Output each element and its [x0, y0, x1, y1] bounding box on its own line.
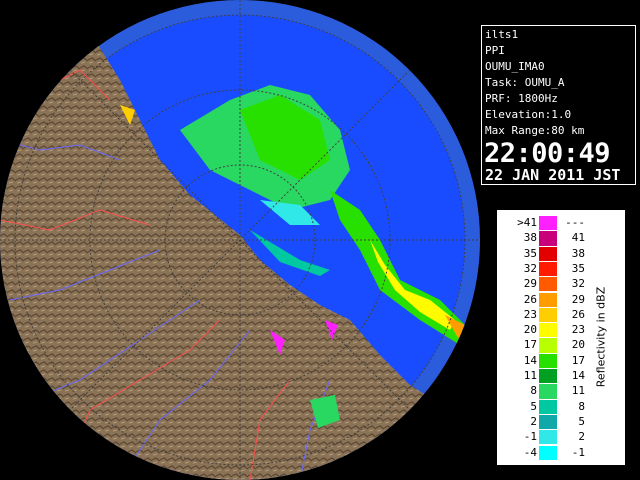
legend-color-swatch: [539, 414, 557, 430]
legend-color-swatch: [539, 246, 557, 261]
legend-color-swatch: [539, 323, 557, 338]
scan-mode: PPI: [485, 44, 505, 57]
legend-high-value: 8: [578, 399, 585, 413]
legend-low-value: -4: [523, 445, 537, 459]
legend-color-swatch: [539, 277, 557, 292]
legend-high-value: 14: [571, 369, 585, 382]
legend-color-swatch: [539, 430, 557, 445]
radar-map[interactable]: [0, 0, 480, 480]
legend-unit-label: Reflectivity in dBZ: [594, 286, 608, 388]
legend-color-swatch: [539, 338, 557, 353]
legend-high-value: 29: [571, 292, 585, 306]
reflectivity-legend: >41 --- 38 41 35 38 32 35 29 32 26 29 23 26 20 23 17 20 14…: [497, 210, 625, 465]
legend-high-value: 11: [571, 384, 585, 398]
max-range-value: Max Range:80 km: [485, 124, 585, 137]
legend-high-value: 38: [571, 246, 585, 260]
task-name: Task: OUMU_A: [485, 76, 565, 89]
legend-low-value: 11: [523, 369, 537, 382]
legend-low-value: 17: [523, 338, 537, 352]
site-name: ilts1: [485, 28, 519, 41]
legend-high-value: 35: [571, 261, 585, 275]
legend-low-value: 8: [530, 384, 537, 398]
legend-low-value: 35: [523, 246, 537, 260]
legend-high-value: 5: [578, 414, 585, 428]
legend-high-value: 41: [571, 231, 585, 245]
legend-color-swatch: [539, 399, 557, 414]
legend-color-swatch: [539, 369, 557, 384]
legend-low-value: 2: [530, 414, 537, 428]
legend-color-swatch: [539, 216, 557, 231]
legend-color-swatch: [539, 384, 557, 399]
legend-low-value: 14: [523, 353, 537, 367]
legend-high-value: -1: [571, 445, 585, 459]
legend-low-value: -1: [523, 430, 537, 444]
legend-low-value: 29: [523, 277, 537, 291]
legend-color-swatch: [539, 353, 557, 368]
legend-high-value: 2: [578, 430, 585, 444]
observation-time: 22:00:49: [484, 138, 611, 169]
legend-color-swatch: [539, 445, 557, 460]
legend-high-value: ---: [565, 216, 585, 229]
legend-color-swatch: [539, 292, 557, 307]
legend-low-value: 32: [523, 261, 537, 275]
legend-high-value: 32: [571, 277, 585, 291]
legend-low-value: 5: [530, 399, 537, 413]
legend-color-swatch: [539, 307, 557, 323]
radar-info-panel: ilts1 PPI OUMU_IMA0 Task: OUMU_A PRF: 18…: [481, 25, 636, 185]
legend-low-value: 23: [523, 307, 537, 321]
prf-value: PRF: 1800Hz: [485, 92, 558, 105]
legend-low-value: 20: [523, 323, 537, 337]
legend-high-value: 20: [571, 338, 585, 352]
observation-date: 22 JAN 2011 JST: [485, 166, 621, 184]
legend-color-swatch: [539, 231, 557, 246]
elevation-value: Elevation:1.0: [485, 108, 572, 121]
legend-color-swatch: [539, 261, 557, 277]
legend-high-value: 23: [571, 323, 585, 337]
legend-high-value: 26: [571, 307, 585, 321]
legend-low-value: 26: [523, 292, 537, 306]
legend-low-value: 38: [523, 231, 537, 245]
legend-high-value: 17: [571, 353, 585, 367]
legend-low-value: >41: [517, 216, 537, 229]
product-name: OUMU_IMA0: [485, 60, 545, 73]
